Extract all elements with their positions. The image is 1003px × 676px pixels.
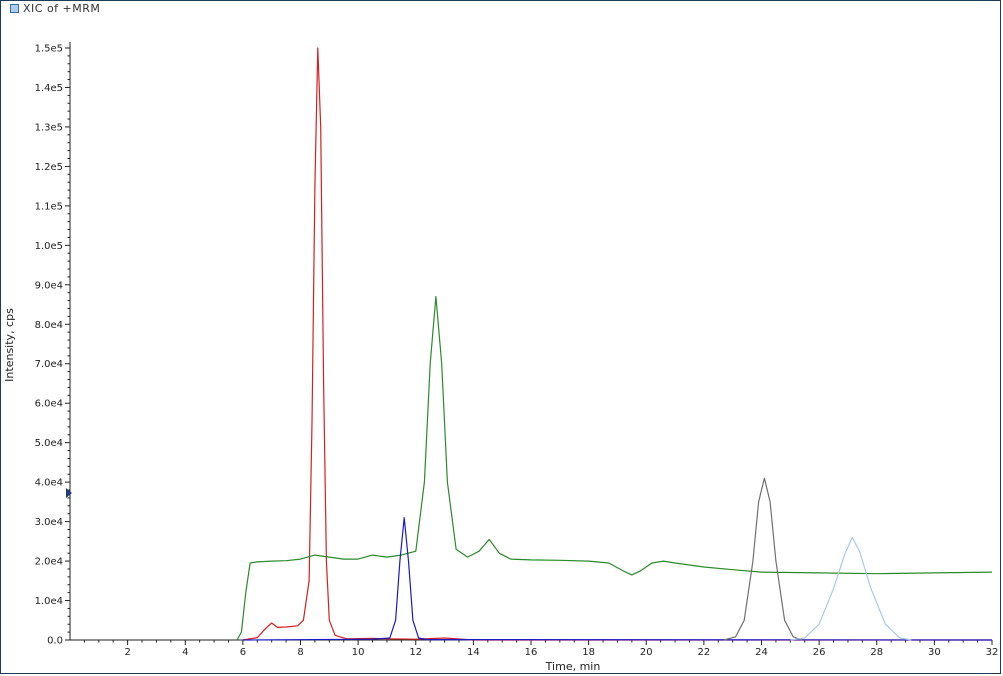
x-tick-label: 8 [297, 647, 303, 658]
y-tick-label: 7.0e4 [35, 359, 63, 370]
x-axis-title: Time, min [545, 660, 601, 673]
x-tick-label: 16 [525, 647, 538, 658]
y-tick-label: 5.0e4 [35, 438, 63, 449]
axes: 0.0 1.0e4 2.0e4 3.0e4 4.0e4 5.0e4 6.0e4 7.0e4 8.… [35, 42, 999, 658]
y-tick-label: 1.0e5 [35, 241, 63, 252]
x-tick-label: 24 [755, 647, 768, 658]
x-tick-label: 18 [582, 647, 595, 658]
y-marker-icon[interactable] [66, 488, 72, 498]
x-tick-label: 28 [870, 647, 883, 658]
y-tick-label: 6.0e4 [35, 399, 63, 410]
y-tick-label: 0.0 [47, 636, 63, 647]
xic-chart[interactable]: 0.0 1.0e4 2.0e4 3.0e4 4.0e4 5.0e4 6.0e4 7.0e4 8.… [0, 0, 1003, 676]
y-tick-label: 9.0e4 [35, 280, 63, 291]
y-tick-label: 1.5e5 [35, 44, 63, 55]
series-layer [236, 47, 993, 641]
x-tick-label: 14 [467, 647, 480, 658]
y-tick-label: 1.2e5 [35, 162, 63, 173]
x-tick-label: 4 [182, 647, 188, 658]
x-tick-label: 32 [986, 647, 999, 658]
y-tick-label: 2.0e4 [35, 557, 63, 568]
y-tick-label: 3.0e4 [35, 517, 63, 528]
y-tick-label: 4.0e4 [35, 478, 63, 489]
x-tick-label: 10 [352, 647, 365, 658]
y-tick-label: 8.0e4 [35, 320, 63, 331]
x-tick-label: 22 [698, 647, 711, 658]
y-axis-title: Intensity, cps [3, 308, 16, 382]
x-tick-label: 26 [813, 647, 826, 658]
y-tick-label: 1.1e5 [35, 201, 63, 212]
y-tick-label: 1.4e5 [35, 83, 63, 94]
series-line-2 [236, 296, 993, 641]
y-tick-label: 1.0e4 [35, 596, 63, 607]
series-line-3 [242, 517, 993, 641]
x-tick-label: 30 [928, 647, 941, 658]
series-line-1 [242, 47, 992, 641]
x-tick-label: 12 [409, 647, 422, 658]
series-line-5 [790, 536, 912, 641]
x-tick-label: 2 [124, 647, 130, 658]
x-tick-label: 20 [640, 647, 653, 658]
x-tick-label: 6 [240, 647, 246, 658]
y-tick-label: 1.3e5 [35, 122, 63, 133]
series-line-4 [723, 477, 803, 641]
